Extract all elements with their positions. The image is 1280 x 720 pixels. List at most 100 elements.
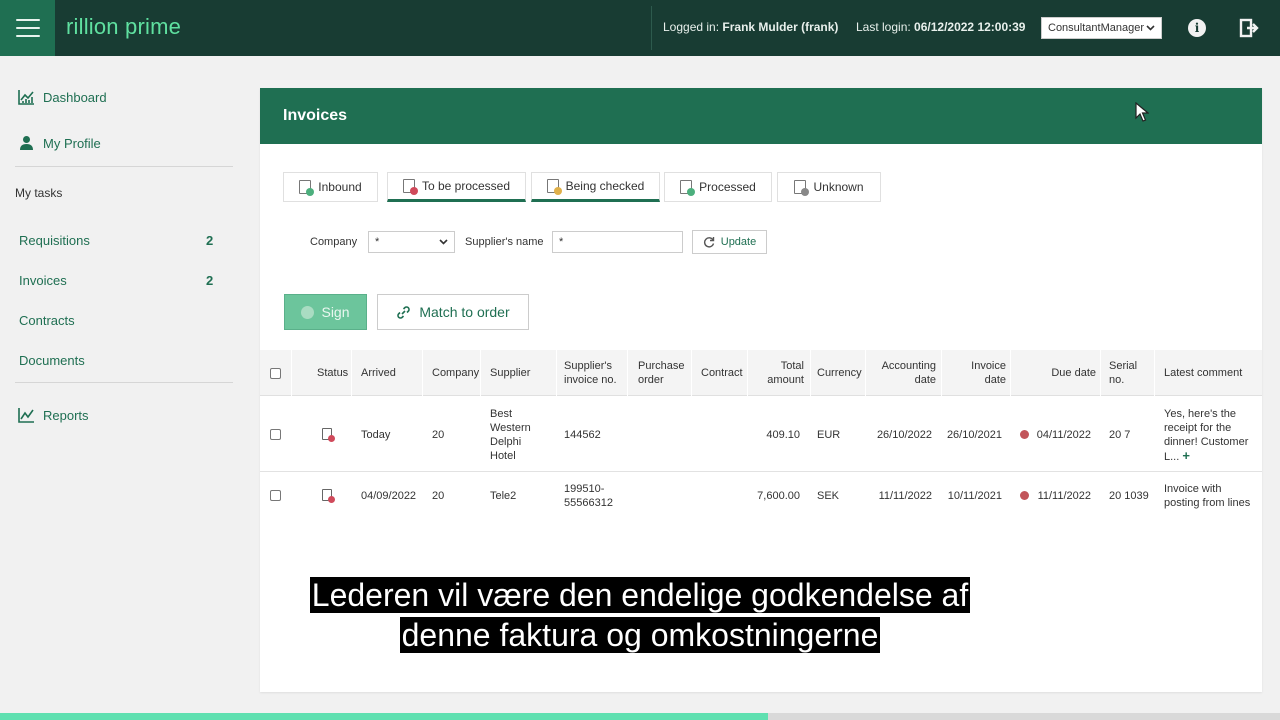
header-supplier[interactable]: Supplier xyxy=(490,366,530,380)
sidebar-item-documents[interactable]: Documents xyxy=(19,353,85,368)
header-line: amount xyxy=(767,374,804,386)
invoices-count: 2 xyxy=(206,273,214,288)
divider xyxy=(1154,350,1155,396)
subtitle-text: denne faktura og omkostningerne xyxy=(399,617,881,653)
row-checkbox[interactable] xyxy=(270,429,281,440)
info-icon[interactable]: i xyxy=(1188,19,1206,37)
company-select[interactable]: * xyxy=(368,231,455,253)
document-icon xyxy=(546,179,562,195)
select-all-checkbox[interactable] xyxy=(270,368,281,379)
document-icon xyxy=(402,179,418,195)
header-due-date[interactable]: Due date xyxy=(1020,366,1096,380)
row-checkbox[interactable] xyxy=(270,490,281,501)
document-status-icon xyxy=(322,428,335,442)
cell-invoice-date: 10/11/2021 xyxy=(947,490,1002,502)
header-line: Total xyxy=(780,360,804,372)
document-icon xyxy=(299,180,315,196)
tab-label: Unknown xyxy=(813,180,864,194)
sidebar-item-label: Reports xyxy=(43,407,89,423)
subtitle-line-2: denne faktura og omkostningerne xyxy=(0,615,1280,655)
cell-line: L... + xyxy=(1164,449,1260,464)
header-latest-comment[interactable]: Latest comment xyxy=(1164,366,1242,380)
header-line: date xyxy=(914,374,936,386)
expand-comment-icon[interactable]: + xyxy=(1182,448,1190,463)
sidebar-item-contracts[interactable]: Contracts xyxy=(19,313,75,328)
header-line: date xyxy=(984,374,1006,386)
role-select[interactable]: ConsultantManager xyxy=(1041,17,1162,39)
clock-icon xyxy=(1020,430,1029,439)
sign-label: Sign xyxy=(321,304,350,320)
cell-line: 199510- xyxy=(564,483,605,495)
cell-accounting-date: 11/11/2022 xyxy=(878,490,932,502)
header-line: Invoice xyxy=(971,360,1006,372)
dashboard-chart-icon xyxy=(18,90,34,105)
cell-supplier-invoice-no: 144562 xyxy=(564,429,601,441)
cell-line: Best xyxy=(490,408,513,420)
match-to-order-button[interactable]: Match to order xyxy=(377,294,529,330)
tab-unknown[interactable]: Unknown xyxy=(777,172,881,202)
update-button[interactable]: Update xyxy=(692,230,767,254)
divider xyxy=(651,6,652,50)
header-total-amount[interactable]: Total amount xyxy=(750,359,804,387)
tab-processed[interactable]: Processed xyxy=(664,172,772,202)
divider xyxy=(556,350,557,396)
tab-to-be-processed[interactable]: To be processed xyxy=(387,172,526,202)
header-company[interactable]: Company xyxy=(432,366,479,380)
header-line: Supplier's xyxy=(564,360,612,372)
supplier-name-input[interactable]: * xyxy=(552,231,683,253)
tab-label: Inbound xyxy=(318,180,362,194)
chevron-down-icon xyxy=(439,239,448,245)
tab-inbound[interactable]: Inbound xyxy=(283,172,378,202)
header-contract[interactable]: Contract xyxy=(701,366,743,380)
menu-icon[interactable] xyxy=(0,0,55,56)
header-supplier-invoice-no[interactable]: Supplier's invoice no. xyxy=(564,359,617,387)
sidebar-item-reports[interactable]: Reports xyxy=(18,407,89,423)
tab-being-checked[interactable]: Being checked xyxy=(531,172,660,202)
cell-line: Hotel xyxy=(490,450,516,462)
cell-currency: SEK xyxy=(817,490,840,502)
sidebar-item-requisitions[interactable]: Requisitions xyxy=(19,233,90,248)
cell-total-amount: 409.10 xyxy=(766,429,800,441)
panel-header: Invoices xyxy=(260,88,1262,144)
sidebar-item-label: Contracts xyxy=(19,313,75,328)
cell-line: posting from lines xyxy=(1164,497,1251,509)
divider xyxy=(351,350,352,396)
video-progress-bar[interactable] xyxy=(0,713,1280,720)
video-progress-fill xyxy=(0,713,768,720)
sidebar-item-dashboard[interactable]: Dashboard xyxy=(18,89,107,105)
header-invoice-date[interactable]: Invoice date xyxy=(944,359,1006,387)
logged-in-user: Frank Mulder (frank) xyxy=(722,20,839,34)
cell-company: 20 xyxy=(432,490,445,502)
subtitle-line-1: Lederen vil være den endelige godkendels… xyxy=(0,575,1280,615)
header-accounting-date[interactable]: Accounting date xyxy=(869,359,936,387)
divider xyxy=(1100,350,1101,396)
cell-due-date: 11/11/2022 xyxy=(1037,490,1091,502)
header-serial-no[interactable]: Serial no. xyxy=(1109,359,1137,387)
sidebar-item-my-profile[interactable]: My Profile xyxy=(18,135,101,151)
header-purchase-order[interactable]: Purchase order xyxy=(638,359,684,387)
logout-icon[interactable] xyxy=(1238,17,1260,39)
sign-button[interactable]: Sign xyxy=(284,294,367,330)
sidebar-item-label: Documents xyxy=(19,353,85,368)
cell-line: Western xyxy=(490,422,531,434)
update-label: Update xyxy=(720,236,757,248)
cell-latest-comment: Invoice with posting from lines xyxy=(1164,482,1262,510)
user-icon xyxy=(20,136,33,150)
divider xyxy=(691,350,692,396)
cell-line: receipt for the xyxy=(1164,422,1232,434)
logged-in-info: Logged in: Frank Mulder (frank) xyxy=(663,20,838,34)
document-icon xyxy=(680,180,696,196)
document-status-icon xyxy=(322,489,335,503)
divider xyxy=(15,166,233,167)
cell-company: 20 xyxy=(432,429,445,441)
header-line: Purchase xyxy=(638,360,685,372)
divider xyxy=(291,350,292,396)
my-tasks-heading: My tasks xyxy=(15,186,63,200)
header-currency[interactable]: Currency xyxy=(817,366,862,380)
table-row[interactable]: Today 20 Best Western Delphi Hotel 14456… xyxy=(260,397,1262,472)
sidebar-item-invoices[interactable]: Invoices xyxy=(19,273,67,288)
header-arrived[interactable]: Arrived xyxy=(361,366,396,380)
match-label: Match to order xyxy=(419,304,510,320)
table-row[interactable]: 04/09/2022 20 Tele2 199510- 55566312 7,6… xyxy=(260,473,1262,520)
header-status[interactable]: Status xyxy=(317,366,348,380)
